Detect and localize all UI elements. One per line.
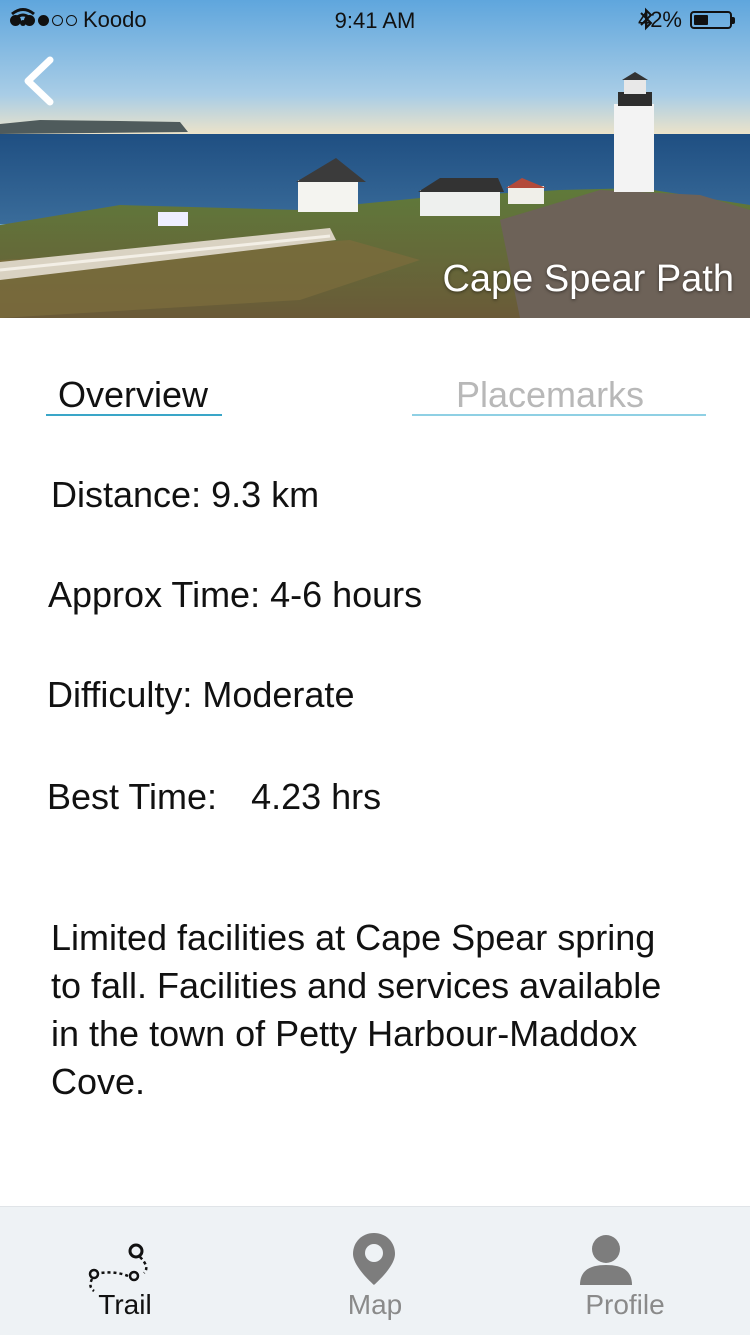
status-right: 42% [638, 7, 735, 33]
tab-bar-profile[interactable]: Profile [500, 1207, 750, 1335]
difficulty-text: Difficulty: Moderate [47, 674, 355, 715]
tab-placemarks-underline [412, 414, 706, 416]
tab-placemarks[interactable]: Placemarks [456, 374, 644, 416]
profile-icon [580, 1235, 632, 1285]
best-time-row: Best Time: 4.23 hrs [47, 776, 381, 818]
trail-icon [88, 1243, 148, 1293]
distance-text: Distance: 9.3 km [51, 474, 320, 515]
back-button[interactable] [18, 54, 62, 108]
battery-fill [694, 15, 708, 25]
status-bar: Koodo 9:41 AM 42% [0, 0, 750, 40]
tab-bar-profile-label: Profile [585, 1289, 665, 1320]
tab-overview[interactable]: Overview [58, 374, 208, 416]
tab-bar-trail[interactable]: Trail [0, 1207, 250, 1335]
tab-bar-map-label: Map [347, 1289, 403, 1320]
hero-image: Koodo 9:41 AM 42% Cape Spear Path [0, 0, 750, 318]
tab-bar-trail-label: Trail [98, 1289, 152, 1320]
battery-icon [690, 11, 735, 29]
bluetooth-icon [640, 7, 653, 31]
best-time-value: 4.23 hrs [251, 776, 382, 817]
tab-bar-map[interactable]: Map [250, 1207, 500, 1335]
tab-overview-underline [46, 414, 222, 416]
best-time-label: Best Time: [47, 776, 218, 817]
map-pin-icon [353, 1233, 395, 1285]
chevron-left-icon [24, 56, 54, 106]
trail-description: Limited facilities at Cape Spear spring … [51, 917, 662, 1102]
bottom-tab-bar: Trail Map Profile [0, 1206, 750, 1335]
approx-time-text: Approx Time: 4-6 hours [48, 574, 423, 615]
segmented-tabs: Overview Placemarks [0, 318, 750, 428]
trail-title: Cape Spear Path [442, 258, 734, 300]
